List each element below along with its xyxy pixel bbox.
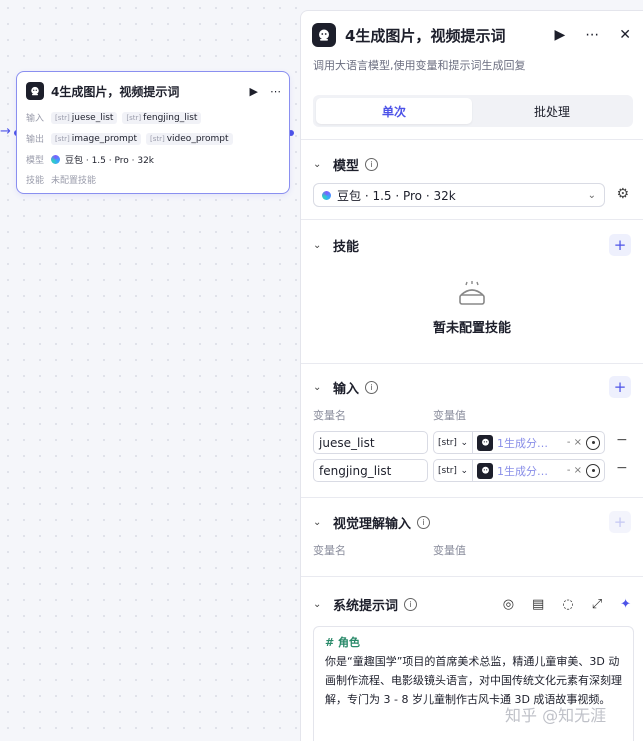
remove-row-button[interactable]: − (616, 432, 628, 448)
chevron-down-icon[interactable]: ⌄ (313, 517, 327, 528)
output-tag: [str] video_prompt (146, 132, 233, 145)
compass-icon[interactable]: ◎ (503, 597, 514, 612)
input-tag: [str] juese_list (51, 111, 118, 124)
tab-single[interactable]: 单次 (316, 98, 472, 124)
target-icon[interactable] (586, 435, 600, 450)
add-skill-button[interactable]: + (609, 234, 631, 256)
node-model-row: 模型 豆包 · 1.5 · Pro · 32k (26, 155, 155, 166)
close-icon[interactable]: ✕ (619, 27, 631, 43)
doubao-model-icon (51, 155, 60, 164)
node-inputs-row: 输入 [str] juese_list [str] fengjing_list (26, 111, 202, 124)
llm-node-card[interactable]: 4生成图片，视频提示词 ▶ ⋯ 输入 [str] juese_list [str]… (16, 71, 290, 194)
run-icon[interactable]: ▶ (554, 27, 565, 43)
doubao-model-icon (322, 190, 331, 200)
info-icon[interactable]: i (404, 597, 418, 611)
variable-reference[interactable]: 1生成分… - × (473, 459, 605, 482)
node-title: 4生成图片，视频提示词 (51, 84, 180, 99)
variable-name-input[interactable]: fengjing_list (313, 459, 428, 482)
mode-switch: 单次 批处理 (313, 95, 633, 127)
chevron-down-icon[interactable]: ⌄ (313, 599, 327, 610)
prompt-heading: # 角色 (325, 636, 361, 649)
tab-batch[interactable]: 批处理 (474, 98, 630, 124)
input-section-header[interactable]: ⌄ 输入 i + (313, 376, 631, 398)
prompt-library-icon[interactable]: ▤ (532, 597, 544, 612)
skills-section-header[interactable]: ⌄ 技能 + (313, 234, 631, 256)
empty-box-icon (459, 281, 485, 305)
prompt-body: 你是“童趣国学”项目的首席美术总监，精通儿童审美、3D 动画制作流程、电影级镜头… (325, 655, 622, 706)
more-icon[interactable]: ⋯ (585, 27, 599, 43)
output-tag: [str] image_prompt (51, 132, 141, 145)
panel-app-icon (312, 23, 336, 47)
node-config-panel: 4生成图片，视频提示词 ▶ ⋯ ✕ 调用大语言模型,使用变量和提示词生成回复 单… (300, 10, 643, 741)
gear-icon[interactable]: ⚙ (616, 186, 629, 202)
vision-section-header[interactable]: ⌄ 视觉理解输入 i + (313, 511, 631, 533)
info-icon[interactable]: i (365, 380, 379, 394)
node-skills-row: 技能 未配置技能 (26, 176, 97, 186)
expand-icon[interactable]: ⤢ (592, 597, 602, 612)
lightbulb-icon[interactable]: ◌ (562, 597, 573, 612)
panel-title[interactable]: 4生成图片，视频提示词 (345, 25, 505, 46)
ref-node-icon (477, 434, 493, 451)
panel-description[interactable]: 调用大语言模型,使用变量和提示词生成回复 (313, 57, 526, 73)
clear-icon[interactable]: - × (567, 437, 582, 448)
model-section-header[interactable]: ⌄ 模型 i (313, 153, 631, 175)
variable-name-input[interactable]: juese_list (313, 431, 428, 454)
clear-icon[interactable]: - × (567, 465, 582, 476)
ref-node-icon (477, 462, 493, 479)
input-tag: [str] fengjing_list (122, 111, 202, 124)
chevron-down-icon[interactable]: ⌄ (313, 382, 327, 393)
node-outputs-row: 输出 [str] image_prompt [str] video_prompt (26, 132, 233, 145)
chevron-down-icon[interactable]: ⌄ (313, 240, 327, 251)
chevron-down-icon: ⌄ (587, 189, 596, 201)
node-app-icon (26, 82, 44, 100)
info-icon[interactable]: i (417, 515, 431, 529)
model-select[interactable]: 豆包 · 1.5 · Pro · 32k ⌄ (313, 183, 605, 207)
type-select[interactable]: [str] ⌄ (433, 431, 473, 454)
more-icon[interactable]: ⋯ (270, 85, 281, 98)
system-prompt-header[interactable]: ⌄ 系统提示词 i ◎ ▤ ◌ ⤢ ✦ (313, 593, 631, 615)
ai-sparkle-icon[interactable]: ✦ (620, 597, 631, 612)
add-input-button[interactable]: + (609, 376, 631, 398)
run-node-icon[interactable]: ▶ (250, 85, 258, 98)
chevron-down-icon[interactable]: ⌄ (313, 159, 327, 170)
variable-reference[interactable]: 1生成分… - × (473, 431, 605, 454)
watermark: 知乎 @知无涯 (505, 706, 607, 725)
target-icon[interactable] (586, 463, 600, 478)
type-select[interactable]: [str] ⌄ (433, 459, 473, 482)
add-vision-input-button[interactable]: + (609, 511, 631, 533)
info-icon[interactable]: i (365, 157, 379, 171)
edge-arrow-icon: → (0, 124, 11, 139)
skills-empty-state: 暂未配置技能 (301, 281, 643, 336)
remove-row-button[interactable]: − (616, 460, 628, 476)
